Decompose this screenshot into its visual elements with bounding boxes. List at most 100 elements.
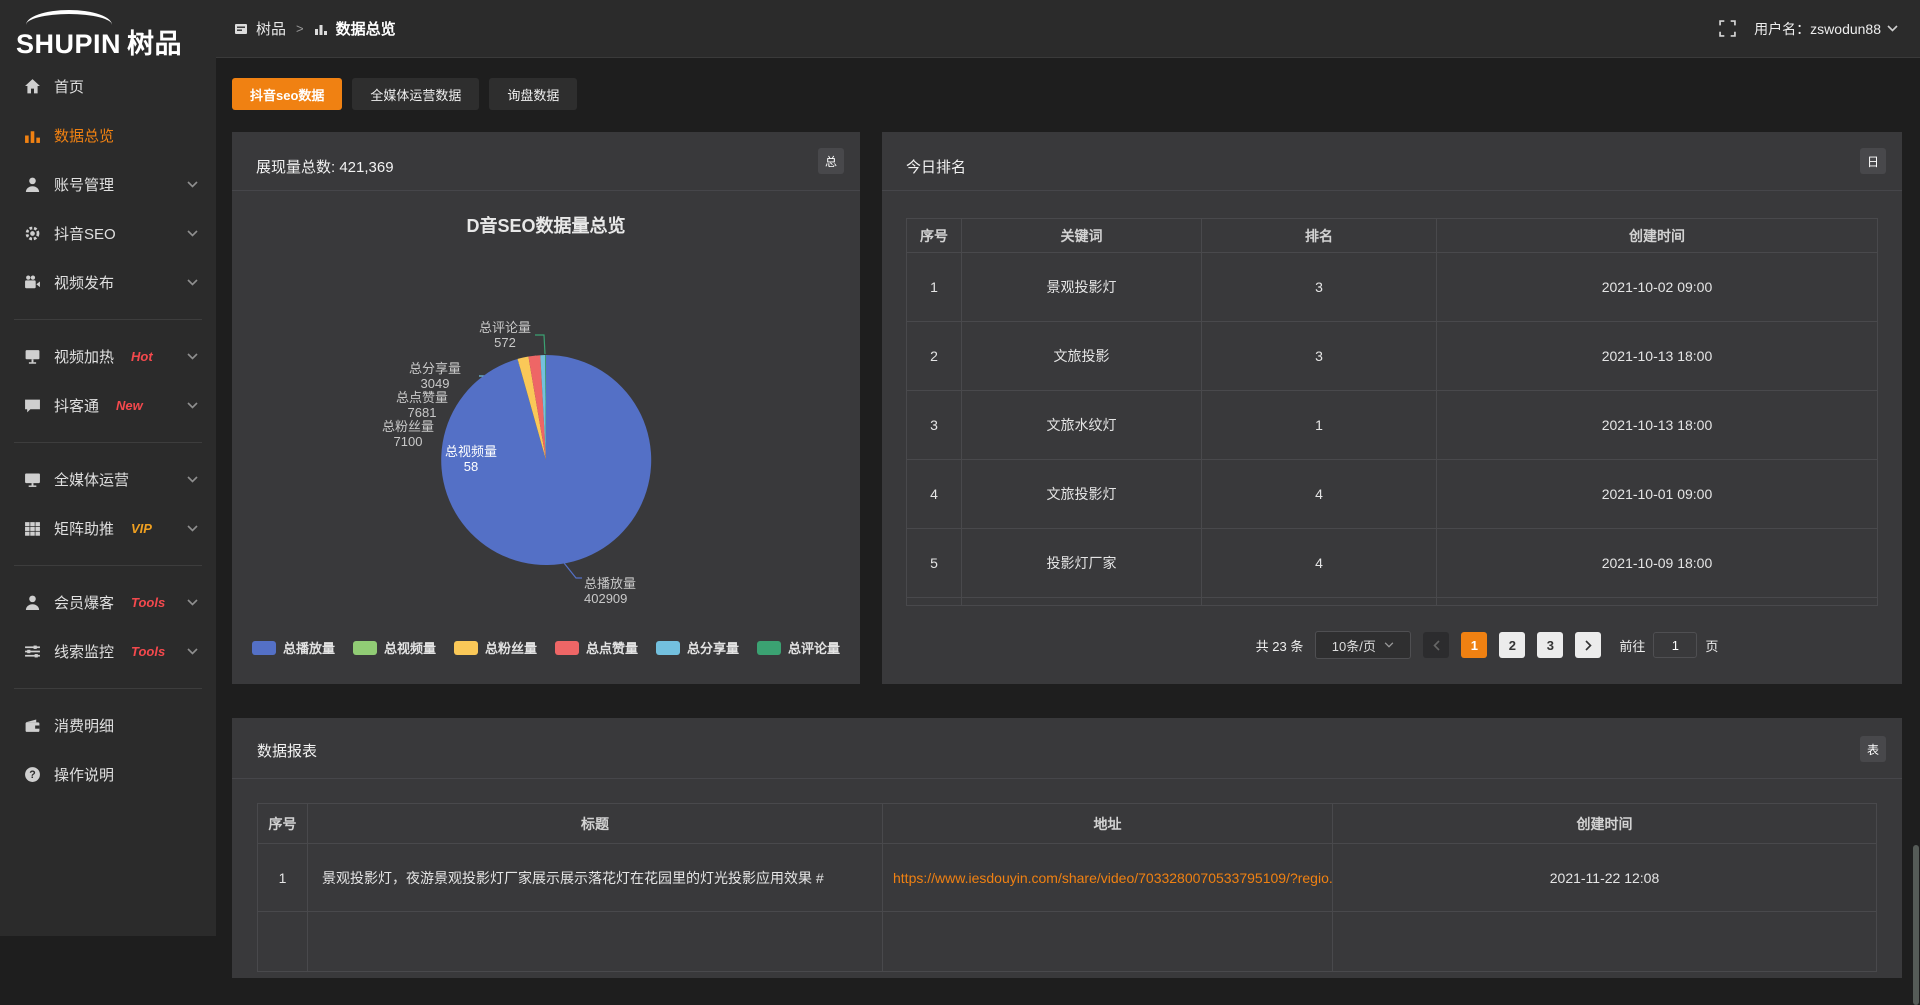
- table-row: 5 投影灯厂家 4 2021-10-09 18:00: [907, 529, 1878, 598]
- sidebar-item-label: 操作说明: [54, 764, 114, 785]
- cell-no: 2: [907, 322, 962, 391]
- col-url: 地址: [883, 804, 1333, 844]
- sidebar-item-video-heat[interactable]: 视频加热 Hot: [0, 332, 216, 381]
- table-badge-button[interactable]: 表: [1860, 736, 1886, 762]
- prev-page-button[interactable]: [1423, 632, 1449, 658]
- labelline-plays: [564, 563, 582, 578]
- breadcrumb-current[interactable]: 数据总览: [336, 18, 396, 39]
- chevron-down-icon: [187, 230, 198, 237]
- sidebar-item-label: 抖音SEO: [54, 223, 116, 244]
- video-link[interactable]: https://www.iesdouyin.com/share/video/70…: [883, 844, 1333, 912]
- chevron-down-icon: [187, 476, 198, 483]
- page-button-1[interactable]: 1: [1461, 632, 1487, 658]
- pie-chart-title: D音SEO数据量总览: [232, 212, 860, 238]
- sidebar-item-label: 账号管理: [54, 174, 114, 195]
- sidebar-item-label: 首页: [54, 76, 84, 97]
- cell-rank: 4: [1202, 460, 1437, 529]
- menu-divider: [14, 688, 202, 689]
- cell-rank: 4: [1202, 529, 1437, 598]
- cell-keyword: 景观投影灯: [962, 253, 1202, 322]
- cell-keyword: 文旅水纹灯: [962, 391, 1202, 460]
- sidebar-item-consumption-detail[interactable]: 消费明细: [0, 701, 216, 750]
- cell-no: 5: [907, 529, 962, 598]
- table-row: 1 景观投影灯，夜游景观投影灯厂家展示展示落花灯在花园里的灯光投影应用效果 # …: [258, 844, 1877, 912]
- total-badge-button[interactable]: 总: [818, 148, 844, 174]
- day-badge-button[interactable]: 日: [1860, 148, 1886, 174]
- cell-no: 1: [907, 253, 962, 322]
- hot-badge: Hot: [131, 349, 153, 364]
- gear-icon: [24, 225, 41, 242]
- legend-item-likes[interactable]: 总点赞量: [555, 638, 638, 657]
- cell-keyword: 文旅投影: [962, 322, 1202, 391]
- help-icon: ?: [24, 766, 41, 783]
- breadcrumb-root[interactable]: 树品: [256, 18, 286, 39]
- sidebar-item-douyin-seo[interactable]: 抖音SEO: [0, 209, 216, 258]
- member-icon: [24, 594, 41, 611]
- table-row-partial: [258, 912, 1877, 972]
- vertical-scrollbar-thumb[interactable]: [1913, 845, 1919, 1005]
- tools-badge: Tools: [131, 644, 165, 659]
- page-button-3[interactable]: 3: [1537, 632, 1563, 658]
- legend-swatch: [454, 641, 478, 655]
- col-no: 序号: [258, 804, 308, 844]
- sidebar-item-member-baoke[interactable]: 会员爆客 Tools: [0, 578, 216, 627]
- page-size-value: 10条/页: [1332, 636, 1376, 655]
- pie-label-plays: 总播放量402909: [584, 576, 674, 606]
- tab-inquiry-data[interactable]: 询盘数据: [489, 78, 577, 110]
- breadcrumb-app-icon: [234, 22, 248, 36]
- sidebar-item-data-overview[interactable]: 数据总览: [0, 111, 216, 160]
- user-menu[interactable]: 用户名：zswodun88: [1754, 19, 1898, 39]
- sidebar-item-douketong[interactable]: 抖客通 New: [0, 381, 216, 430]
- cell-title: 景观投影灯，夜游景观投影灯厂家展示展示落花灯在花园里的灯光投影应用效果 #: [308, 844, 883, 912]
- col-rank: 排名: [1202, 219, 1437, 253]
- legend-item-fans[interactable]: 总粉丝量: [454, 638, 537, 657]
- sidebar-item-instructions[interactable]: ? 操作说明: [0, 750, 216, 799]
- goto-label: 前往: [1619, 636, 1645, 655]
- cell-keyword: 投影灯厂家: [962, 529, 1202, 598]
- sidebar-item-lead-monitor[interactable]: 线索监控 Tools: [0, 627, 216, 676]
- sidebar-item-label: 全媒体运营: [54, 469, 129, 490]
- col-keyword: 关键词: [962, 219, 1202, 253]
- legend-swatch: [252, 641, 276, 655]
- seo-overview-panel: 展现量总数: 421,369 总 D音SEO数据量总览 总评论量572 总分享量…: [232, 132, 860, 684]
- pie-label-videos: 总视频量58: [429, 444, 513, 474]
- cell-created: 2021-10-09 18:00: [1437, 529, 1878, 598]
- tab-media-operation-data[interactable]: 全媒体运营数据: [352, 78, 479, 110]
- chevron-down-icon: [187, 525, 198, 532]
- monitor-icon: [24, 471, 41, 488]
- legend-item-shares[interactable]: 总分享量: [656, 638, 739, 657]
- legend-item-plays[interactable]: 总播放量: [252, 638, 335, 657]
- ranking-table: 序号 关键词 排名 创建时间 1 景观投影灯 3 2021-10-02 09:0…: [906, 218, 1878, 606]
- sidebar-item-home[interactable]: 首页: [0, 62, 216, 111]
- sidebar-item-label: 会员爆客: [54, 592, 114, 613]
- legend-item-videos[interactable]: 总视频量: [353, 638, 436, 657]
- sidebar-item-account[interactable]: 账号管理: [0, 160, 216, 209]
- col-created: 创建时间: [1333, 804, 1877, 844]
- sidebar-item-video-publish[interactable]: 视频发布: [0, 258, 216, 307]
- vip-badge: VIP: [131, 521, 152, 536]
- panel-divider: [232, 190, 860, 191]
- legend-item-comments[interactable]: 总评论量: [757, 638, 840, 657]
- sidebar-item-matrix-boost[interactable]: 矩阵助推 VIP: [0, 504, 216, 553]
- legend-swatch: [555, 641, 579, 655]
- user-icon: [24, 176, 41, 193]
- cell-created: 2021-10-13 18:00: [1437, 391, 1878, 460]
- page-size-select[interactable]: 10条/页: [1315, 631, 1411, 659]
- page-button-2[interactable]: 2: [1499, 632, 1525, 658]
- cell-rank: 3: [1202, 253, 1437, 322]
- goto-page-input[interactable]: [1653, 632, 1697, 658]
- next-page-button[interactable]: [1575, 632, 1601, 658]
- cell-no: 1: [258, 844, 308, 912]
- tools-badge: Tools: [131, 595, 165, 610]
- sliders-icon: [24, 643, 41, 660]
- menu-divider: [14, 442, 202, 443]
- legend-swatch: [656, 641, 680, 655]
- menu-divider: [14, 319, 202, 320]
- page-unit-label: 页: [1705, 636, 1718, 655]
- sidebar-item-label: 视频发布: [54, 272, 114, 293]
- fullscreen-icon[interactable]: [1719, 20, 1736, 37]
- tab-douyin-seo-data[interactable]: 抖音seo数据: [232, 78, 342, 110]
- sidebar-item-media-operation[interactable]: 全媒体运营: [0, 455, 216, 504]
- sidebar: SHUPIN树品 首页 数据总览 账号管理 抖音SEO: [0, 0, 216, 936]
- table-header-row: 序号 关键词 排名 创建时间: [907, 219, 1878, 253]
